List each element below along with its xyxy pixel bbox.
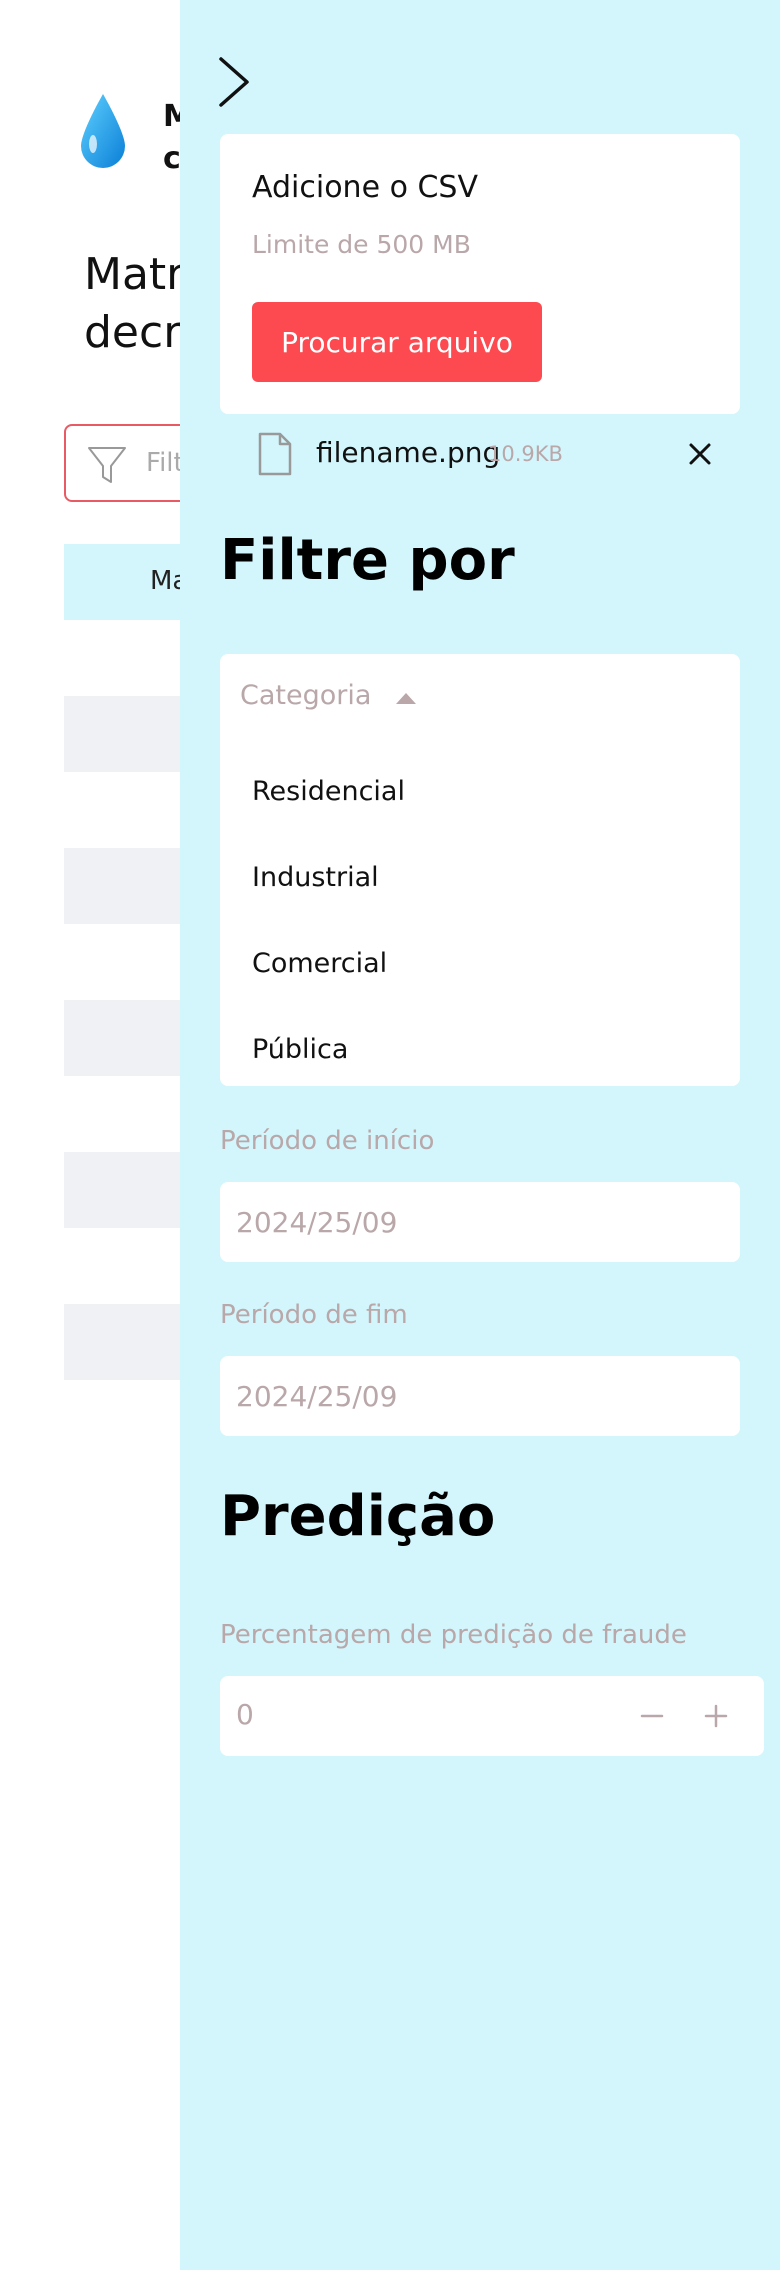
chevron-right-icon[interactable] [216,56,252,108]
prediction-section-title: Predição [220,1484,496,1549]
filter-placeholder: Filt [146,448,184,478]
file-upload-dropzone[interactable]: Adicione o CSV Limite de 500 MB Procurar… [220,134,740,414]
filter-section-title: Filtre por [220,528,515,593]
prediction-number-input[interactable]: 0 [220,1676,764,1756]
start-period-label: Período de início [220,1126,435,1156]
category-dropdown: Categoria Residencial Industrial Comerci… [220,654,740,1086]
file-name: filename.png [316,436,501,469]
plus-icon[interactable] [696,1696,736,1736]
category-select[interactable]: Categoria [220,654,740,742]
minus-icon[interactable] [632,1696,672,1736]
uploaded-file-item: filename.png 10.9KB [220,430,740,478]
file-size: 10.9KB [488,442,563,466]
upload-limit: Limite de 500 MB [252,230,471,259]
end-period-input[interactable] [220,1356,740,1436]
category-option-publica[interactable]: Pública [252,1034,712,1082]
close-icon[interactable] [682,436,718,472]
category-option-comercial[interactable]: Comercial [252,948,712,996]
prediction-value: 0 [236,1698,254,1731]
filter-side-panel: Adicione o CSV Limite de 500 MB Procurar… [180,0,780,2270]
start-period-input[interactable] [220,1182,740,1262]
browse-file-button[interactable]: Procurar arquivo [252,302,542,382]
funnel-icon [88,447,126,483]
category-option-industrial[interactable]: Industrial [252,862,712,910]
prediction-label: Percentagem de predição de fraude [220,1620,687,1650]
water-drop-icon [81,94,125,168]
category-option-residencial[interactable]: Residencial [252,776,712,824]
end-period-label: Período de fim [220,1300,408,1330]
caret-up-icon [396,693,416,704]
category-placeholder: Categoria [240,680,372,711]
file-icon [258,432,292,476]
upload-title: Adicione o CSV [252,170,478,205]
